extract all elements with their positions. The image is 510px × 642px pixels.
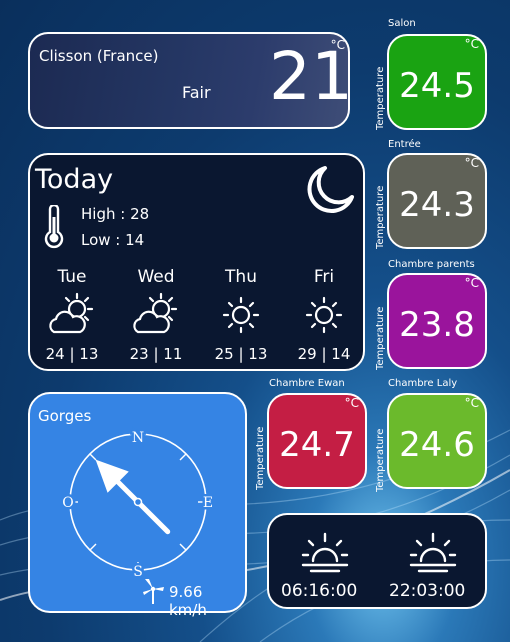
sensor-axis-label: Temperature — [375, 185, 386, 249]
sensor-room-chambre-ewan: Chambre Ewan — [269, 378, 345, 389]
weather-location: Clisson (France) — [39, 47, 159, 65]
wind-direction-arrow — [95, 459, 171, 535]
sensor-value: 24.5 — [399, 66, 475, 106]
forecast-day-name: Fri — [313, 267, 335, 287]
forecast-day-name: Wed — [137, 267, 175, 287]
forecast-day: Fri 29 | 14 — [289, 267, 359, 363]
compass-west: O — [62, 495, 73, 511]
sensor-unit: °C — [464, 396, 479, 410]
weather-unit: °C — [330, 38, 345, 52]
forecast-low: Low : 14 — [81, 231, 145, 249]
forecast-range: 25 | 13 — [214, 345, 268, 363]
sensor-tile-chambre-parents[interactable]: °C 23.8 — [387, 273, 487, 369]
sensor-value: 24.6 — [399, 425, 475, 465]
sun-icon — [206, 289, 276, 341]
sensor-axis-label: Temperature — [255, 426, 266, 490]
compass-rose: N S E O — [60, 428, 216, 583]
forecast-day-name: Tue — [57, 267, 87, 287]
sensor-axis-label: Temperature — [375, 428, 386, 492]
current-weather-card[interactable]: Clisson (France) Fair 21 °C — [28, 32, 353, 129]
forecast-day: Wed 23 | 11 — [121, 267, 191, 363]
sensor-room-chambre-laly: Chambre Laly — [388, 378, 458, 389]
compass-east: E — [203, 495, 213, 511]
sensor-value: 23.8 — [399, 305, 475, 345]
weather-temperature: 21 — [269, 38, 353, 115]
sensor-unit: °C — [464, 276, 479, 290]
sun-times-card[interactable]: 06:16:00 22:03:00 — [267, 513, 487, 609]
thermometer-icon — [44, 205, 64, 249]
sunrise-time: 06:16:00 — [281, 581, 358, 601]
forecast-range: 23 | 11 — [129, 345, 183, 363]
sensor-tile-chambre-laly[interactable]: °C 24.6 — [387, 393, 487, 489]
sensor-axis-label: Temperature — [375, 66, 386, 130]
forecast-high: High : 28 — [81, 205, 150, 223]
sensor-tile-salon[interactable]: °C 24.5 — [387, 34, 487, 130]
sensor-room-entree: Entrée — [388, 139, 421, 150]
sensor-room-chambre-parents: Chambre parents — [388, 259, 475, 270]
sensor-value: 24.7 — [279, 425, 355, 465]
forecast-range: 29 | 14 — [297, 345, 351, 363]
wind-speed: 9.66 km/h — [169, 583, 207, 619]
partly-cloudy-icon — [121, 289, 191, 341]
compass-north: N — [132, 430, 144, 446]
sunset-icon — [409, 532, 457, 573]
sunrise-icon — [301, 532, 349, 573]
sunset-time: 22:03:00 — [389, 581, 466, 601]
forecast-day-name: Thu — [225, 267, 257, 287]
sensor-unit: °C — [344, 396, 359, 410]
moon-icon — [307, 166, 354, 214]
partly-cloudy-icon — [37, 289, 107, 341]
sensor-tile-chambre-ewan[interactable]: °C 24.7 — [267, 393, 367, 489]
weather-condition: Fair — [182, 83, 211, 102]
wind-turbine-icon — [143, 579, 164, 604]
forecast-card[interactable]: Today High : 28 Low : 14 Tue 24 | 13 Wed… — [28, 153, 365, 371]
sensor-value: 24.3 — [399, 185, 475, 225]
sensor-tile-entree[interactable]: °C 24.3 — [387, 153, 487, 249]
sensor-axis-label: Temperature — [375, 306, 386, 370]
sun-icon — [289, 289, 359, 341]
forecast-day: Thu 25 | 13 — [206, 267, 276, 363]
forecast-title: Today — [35, 164, 114, 195]
sensor-room-salon: Salon — [388, 18, 416, 29]
sensor-unit: °C — [464, 37, 479, 51]
sensor-unit: °C — [464, 156, 479, 170]
wind-compass-card[interactable]: Gorges N S E O 9.66 km/h — [28, 392, 247, 619]
forecast-day: Tue 24 | 13 — [37, 267, 107, 363]
forecast-range: 24 | 13 — [45, 345, 99, 363]
